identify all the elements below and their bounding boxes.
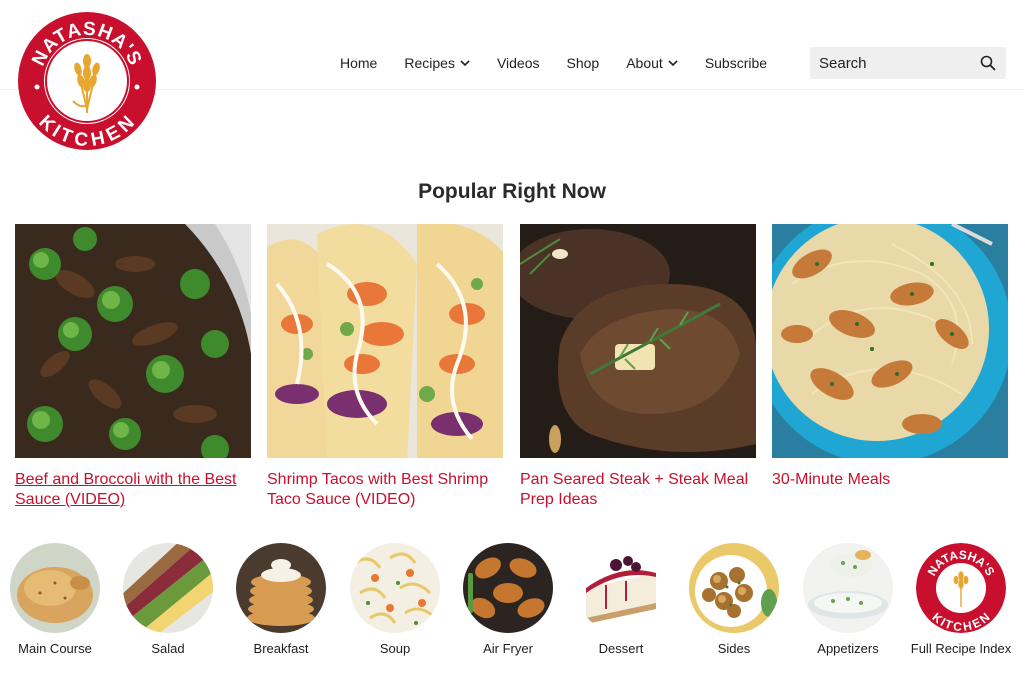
section-title: Popular Right Now	[418, 180, 606, 203]
site-header: NATASHA'S KITCHEN Home Recipes Videos Sh…	[0, 0, 1024, 152]
logo-badge-icon: NATASHA'S KITCHEN	[916, 543, 1006, 633]
cobb-salad-photo	[123, 543, 213, 633]
nav-about[interactable]: About	[626, 55, 678, 71]
roasted-potatoes-photo	[689, 543, 779, 633]
recipe-card: Pan Seared Steak + Steak Meal Prep Ideas	[520, 224, 756, 510]
search-icon[interactable]	[980, 55, 996, 76]
roast-chicken-photo	[10, 543, 100, 633]
nav-home-label: Home	[340, 55, 378, 71]
category-label: Salad	[151, 641, 185, 656]
nav-shop[interactable]: Shop	[567, 55, 600, 71]
category-label: Air Fryer	[483, 641, 533, 656]
category-appetizers[interactable]: Appetizers	[793, 543, 903, 657]
category-label: Main Course	[18, 641, 92, 656]
recipe-card-title[interactable]: 30-Minute Meals	[772, 470, 1008, 490]
nav-about-label: About	[626, 55, 663, 71]
category-main-course[interactable]: Main Course	[0, 543, 110, 657]
pancakes-photo	[236, 543, 326, 633]
category-air-fryer[interactable]: Air Fryer	[453, 543, 563, 657]
chevron-down-icon	[460, 59, 470, 67]
nav-home[interactable]: Home	[340, 55, 377, 71]
category-sides[interactable]: Sides	[679, 543, 789, 657]
recipe-card-title[interactable]: Beef and Broccoli with the Best Sauce (V…	[15, 470, 251, 510]
category-label: Soup	[379, 641, 411, 656]
nav-videos[interactable]: Videos	[497, 55, 540, 71]
category-label: Appetizers	[817, 641, 879, 656]
category-breakfast[interactable]: Breakfast	[226, 543, 336, 657]
shrimp-tacos-photo[interactable]	[267, 224, 503, 458]
main-nav: Home Recipes Videos Shop About Subscribe	[340, 46, 794, 80]
category-label: Sides	[717, 641, 751, 656]
search-box	[810, 47, 1006, 79]
recipe-card-title[interactable]: Pan Seared Steak + Steak Meal Prep Ideas	[520, 470, 756, 510]
category-label: Breakfast	[253, 641, 309, 656]
dip-photo	[803, 543, 893, 633]
nav-videos-label: Videos	[496, 55, 540, 71]
chevron-down-icon	[668, 59, 678, 67]
nav-subscribe-label: Subscribe	[704, 55, 768, 71]
site-logo[interactable]: NATASHA'S KITCHEN	[15, 9, 159, 153]
recipe-card: Shrimp Tacos with Best Shrimp Taco Sauce…	[267, 224, 503, 510]
nav-recipes[interactable]: Recipes	[404, 55, 470, 71]
cheesecake-photo	[576, 543, 666, 633]
category-label: Full Recipe Index	[910, 641, 1012, 656]
category-dessert[interactable]: Dessert	[566, 543, 676, 657]
category-label: Dessert	[598, 641, 644, 656]
category-salad[interactable]: Salad	[113, 543, 223, 657]
chicken-wings-photo	[463, 543, 553, 633]
recipe-card: 30-Minute Meals	[772, 224, 1008, 490]
noodle-soup-photo	[350, 543, 440, 633]
nav-shop-label: Shop	[566, 55, 600, 71]
search-input[interactable]	[810, 54, 970, 72]
logo-badge-icon: NATASHA'S KITCHEN	[16, 10, 158, 152]
beef-broccoli-photo[interactable]	[15, 224, 251, 458]
recipe-card-title[interactable]: Shrimp Tacos with Best Shrimp Taco Sauce…	[267, 470, 503, 510]
nav-recipes-label: Recipes	[404, 55, 455, 71]
chicken-pasta-photo[interactable]	[772, 224, 1008, 458]
nav-subscribe[interactable]: Subscribe	[705, 55, 767, 71]
seared-steak-photo[interactable]	[520, 224, 756, 458]
recipe-card: Beef and Broccoli with the Best Sauce (V…	[15, 224, 251, 510]
category-soup[interactable]: Soup	[340, 543, 450, 657]
category-full-recipe-index[interactable]: NATASHA'S KITCHEN Full Recipe Index	[906, 543, 1016, 657]
